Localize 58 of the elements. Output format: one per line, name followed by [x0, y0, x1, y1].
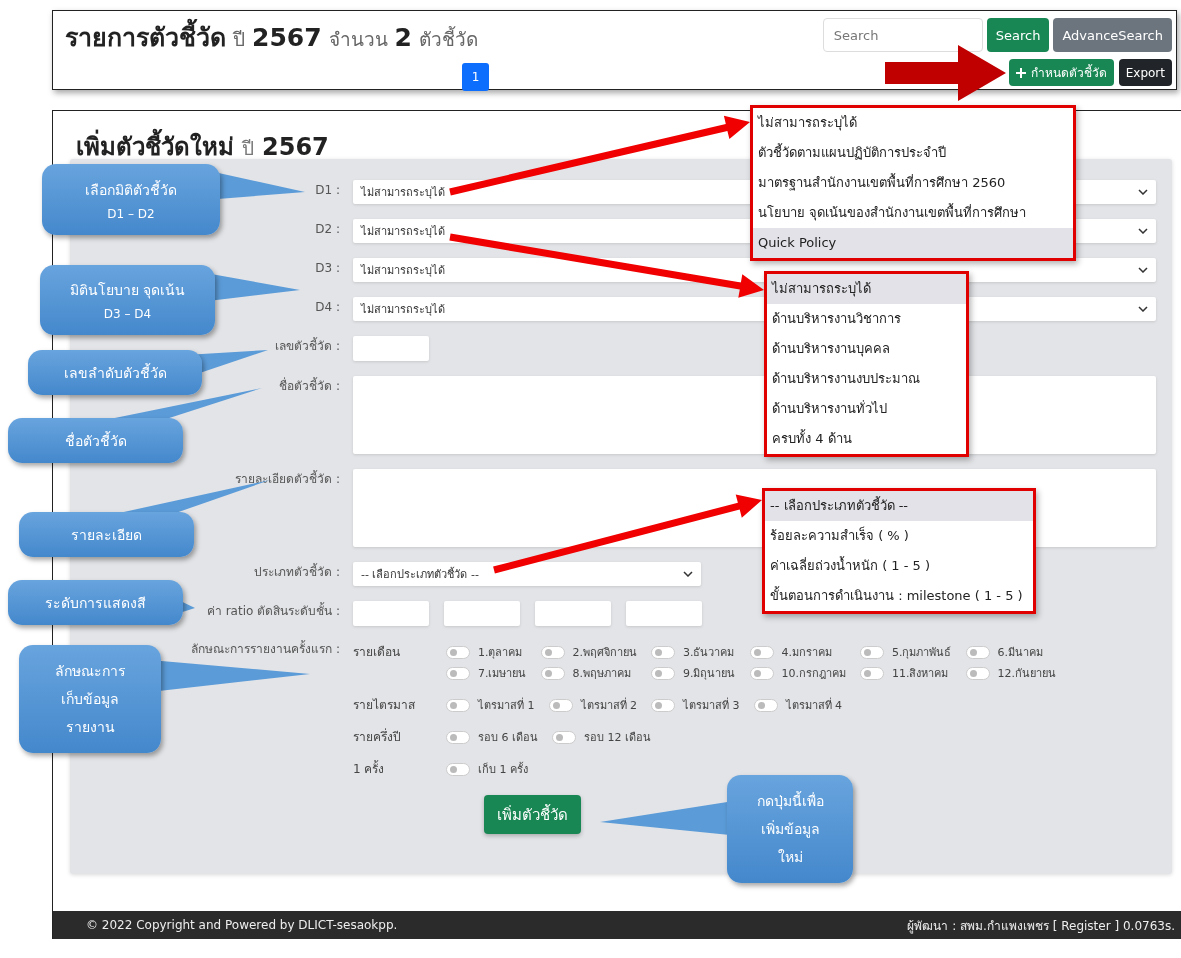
toggle-label: 9.มิถุนายน	[683, 666, 736, 682]
callout-text: กดปุ่มนี้เพื่อ	[756, 790, 824, 812]
callout-note: D1 – D2	[107, 206, 155, 221]
count-label: จำนวน	[328, 27, 388, 52]
callout-text: ใหม่	[777, 848, 803, 867]
count-value: 2	[394, 23, 412, 52]
toggle-label: 8.พฤษภาคม	[572, 666, 631, 682]
field-label: เลขตัวชี้วัด :	[275, 336, 340, 355]
toggle-label: 7.เมษายน	[478, 666, 527, 682]
toggle-label: ไตรมาสที่ 3	[683, 696, 740, 714]
year-label: ปี	[242, 136, 254, 161]
callout-text: เพิ่มข้อมูล	[760, 819, 820, 840]
toggle-label: 6.มีนาคม	[997, 645, 1043, 661]
toggle-label: เก็บ 1 ครั้ง	[478, 761, 528, 778]
callout-text: รายละเอียด	[71, 525, 142, 545]
field-label: D2 :	[315, 221, 340, 238]
callout-text: ชื่อตัวชี้วัด	[64, 430, 127, 451]
form-title: เพิ่มตัวชี้วัดใหม่	[76, 127, 234, 166]
toggle-label: 5.กุมภาพันธ์	[892, 645, 952, 661]
field-label: D3 :	[315, 260, 340, 277]
year-value: 2567	[252, 23, 322, 52]
toggle-label: 3.ธันวาคม	[683, 645, 735, 661]
field-label: ชื่อตัวชี้วัด :	[279, 376, 340, 395]
page-title: รายการตัวชี้วัด	[65, 17, 226, 57]
callout-text: รายงาน	[65, 718, 115, 737]
toggle-label: ไตรมาสที่ 2	[580, 696, 637, 714]
callout-text: มิตินโยบาย จุดเน้น	[69, 281, 186, 301]
developer-text: ผู้พัฒนา : สพม.กำแพงเพชร [ Register ] 0.0763s.	[907, 917, 1175, 935]
field-label: D1 :	[315, 182, 340, 199]
toggle-label: 1.ตุลาคม	[478, 645, 523, 661]
toggle-label: 10.กรกฎาคม	[781, 666, 846, 682]
year-label: ปี	[233, 27, 245, 52]
group-label: 1 ครั้ง	[353, 760, 386, 778]
callout-text: ลักษณะการ	[54, 662, 126, 681]
toggle-label: ไตรมาสที่ 1	[478, 696, 535, 714]
field-label: D4 :	[315, 299, 340, 316]
field-label: รายละเอียดตัวชี้วัด :	[235, 469, 340, 488]
toggle-label: รอบ 12 เดือน	[584, 730, 651, 746]
count-unit: ตัวชี้วัด	[419, 25, 478, 52]
toggle-label: ไตรมาสที่ 4	[785, 696, 842, 714]
callout-text: เก็บข้อมูล	[61, 689, 119, 710]
callout-text: ระดับการแสดงสี	[45, 593, 146, 613]
callout-note: D3 – D4	[103, 307, 152, 321]
field-label: ประเภทตัวชี้วัด :	[254, 562, 340, 581]
toggle-label: รอบ 6 เดือน	[478, 730, 538, 746]
callout-text: เลขลำดับตัวชี้วัด	[63, 362, 167, 383]
year-value: 2567	[262, 133, 329, 161]
copyright-text: © 2022 Copyright and Powered by DLICT-sesaokpp.	[86, 918, 398, 932]
toggle-label: 12.กันยายน	[997, 666, 1056, 682]
field-label: ค่า ratio ตัดสินระดับชั้น :	[206, 601, 340, 620]
toggle-label: 11.สิงหาคม	[892, 666, 949, 682]
group-label: รายไตรมาส	[353, 697, 416, 714]
field-label: ลักษณะการรายงานครั้งแรก :	[191, 641, 340, 657]
group-label: รายครึ่งปี	[353, 728, 402, 746]
toggle-label: 2.พฤศจิกายน	[572, 645, 637, 661]
callout-text: เลือกมิติตัวชี้วัด	[85, 179, 177, 200]
group-label: รายเดือน	[353, 644, 401, 661]
toggle-label: 4.มกราคม	[781, 645, 832, 661]
